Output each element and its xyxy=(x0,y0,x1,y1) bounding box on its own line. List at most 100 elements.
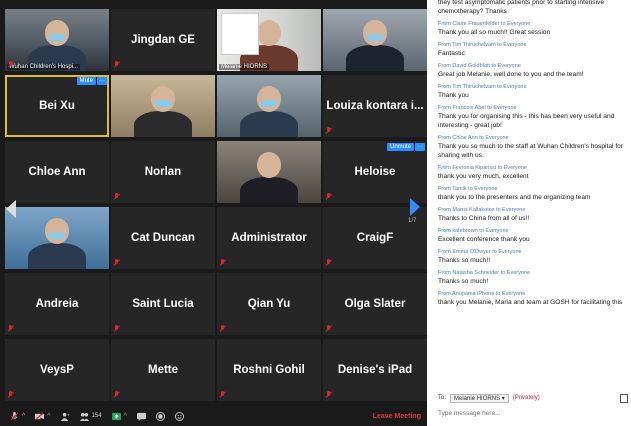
participant-name: Heloise xyxy=(354,166,396,178)
muted-mic-icon xyxy=(220,325,225,332)
participant-tile[interactable] xyxy=(217,75,321,137)
smiley-icon[interactable] xyxy=(174,411,184,421)
microphone-icon[interactable] xyxy=(10,411,19,421)
chat-message-sender: From Anupama iPhone to Everyone xyxy=(438,291,526,297)
chat-button[interactable] xyxy=(136,412,146,421)
participant-tile[interactable]: Denise's iPad xyxy=(323,339,427,401)
participant-tile[interactable]: Saint Lucia xyxy=(111,273,215,335)
more-options-icon[interactable]: ··· xyxy=(97,77,107,85)
participant-name: Norlan xyxy=(144,166,182,178)
chat-message: From Maros Kallakatos to Everyone Thanks … xyxy=(438,206,628,223)
chat-message-text: Thank you xyxy=(438,92,469,99)
participant-tile[interactable]: Cat Duncan xyxy=(111,207,215,269)
participant-tile[interactable]: Administrator xyxy=(217,207,321,269)
caret-up-icon[interactable]: ^ xyxy=(22,413,25,420)
participant-tile[interactable]: Qian Yu xyxy=(217,273,321,335)
next-page-button[interactable]: 1/7 xyxy=(408,198,422,226)
chat-message: From Emma O'Dwyer to Everyone Thanks so m… xyxy=(438,248,628,265)
participant-tile[interactable]: Jingdan GE xyxy=(111,9,215,71)
chat-message-text: they test asymptomatic patients prior to… xyxy=(438,0,605,15)
muted-mic-icon xyxy=(220,391,225,398)
participant-video xyxy=(217,141,321,203)
file-icon[interactable] xyxy=(620,393,628,403)
participant-tile[interactable]: Louiza kontara i... xyxy=(323,75,427,137)
participant-tile[interactable]: Wuhan Children's Hospi... xyxy=(5,9,109,71)
participants-count: 154 xyxy=(91,413,102,419)
participant-tile[interactable]: Norlan xyxy=(111,141,215,203)
chat-message: From Anupama iPhone to Everyone thank you… xyxy=(438,290,628,307)
chat-message: From Fevronia Kiparissi to Everyone thank… xyxy=(438,164,628,181)
video-grid: Wuhan Children's Hospi... Jingdan GE Melan… xyxy=(5,9,427,405)
participant-tile[interactable]: Chloe Ann xyxy=(5,141,109,203)
participant-tile[interactable]: Mette xyxy=(111,339,215,401)
participant-name: Administrator xyxy=(231,232,307,244)
muted-mic-icon xyxy=(220,259,225,266)
participant-tile[interactable] xyxy=(217,141,321,203)
participant-video xyxy=(323,9,427,71)
chat-message: From Tim Thiruchelvam to Everyone Thank y… xyxy=(438,83,628,100)
invite-button[interactable]: + xyxy=(60,412,70,421)
participant-tile[interactable]: Bei Xu Mute ··· xyxy=(5,75,109,137)
chat-input[interactable] xyxy=(438,406,628,420)
participant-name: VeysP xyxy=(40,364,74,376)
participant-tile[interactable]: VeysP xyxy=(5,339,109,401)
participant-name: Roshni Gohil xyxy=(233,364,305,376)
add-person-icon[interactable]: + xyxy=(60,412,70,421)
muted-mic-icon xyxy=(8,325,13,332)
muted-mic-icon xyxy=(326,391,331,398)
chat-message-sender: From Tim Thiruchelvam to Everyone xyxy=(438,42,527,48)
prev-page-arrow-icon[interactable] xyxy=(6,200,16,218)
chevron-down-icon[interactable]: ▾ xyxy=(502,396,505,402)
chat-message: From Claire Frauenfelder to Everyone Than… xyxy=(438,20,628,37)
participants-icon[interactable] xyxy=(79,412,89,421)
chat-message-text: Thanks to China from all of us!! xyxy=(438,215,530,222)
share-screen-button[interactable]: ^ xyxy=(111,412,127,421)
muted-mic-icon xyxy=(326,259,331,266)
reactions-button[interactable] xyxy=(174,411,184,421)
participant-tile[interactable]: Andreia xyxy=(5,273,109,335)
participants-button[interactable]: 154 xyxy=(79,412,102,421)
muted-mic-icon xyxy=(114,391,119,398)
participant-tile[interactable] xyxy=(323,9,427,71)
participant-video xyxy=(217,75,321,137)
record-icon[interactable] xyxy=(155,411,165,421)
chat-message-sender: From David Goldblatt to Everyone xyxy=(438,63,521,69)
participant-video xyxy=(217,9,321,71)
video-button[interactable]: ^ xyxy=(35,411,51,421)
chat-panel: they test asymptomatic patients prior to… xyxy=(427,0,631,426)
tile-mute-toggle-button[interactable]: Unmute xyxy=(386,143,414,151)
participant-name: Louiza kontara i... xyxy=(326,100,424,112)
caret-up-icon[interactable]: ^ xyxy=(47,413,50,420)
participant-tile[interactable]: Heloise Unmute ··· xyxy=(323,141,427,203)
tile-mute-toggle-button[interactable]: Mute xyxy=(76,77,96,85)
leave-meeting-button[interactable]: Leave Meeting xyxy=(373,413,421,420)
participant-tile[interactable]: Olga Slater xyxy=(323,273,427,335)
participant-tile[interactable]: Roshni Gohil xyxy=(217,339,321,401)
microphone-button[interactable]: ^ xyxy=(10,411,25,421)
chat-message-text: Thank you for organising this - this has… xyxy=(438,113,615,129)
chat-message-sender: From Natasha Schneider to Everyone xyxy=(438,270,531,276)
participant-tile[interactable]: Melanie HIORNS xyxy=(217,9,321,71)
chat-message: they test asymptomatic patients prior to… xyxy=(438,0,628,16)
caret-up-icon[interactable]: ^ xyxy=(124,413,127,420)
chat-icon[interactable] xyxy=(136,412,146,421)
share-screen-icon[interactable] xyxy=(111,412,121,421)
muted-mic-icon xyxy=(326,193,331,200)
recipient-select[interactable]: Melanie HIORNS ▾ xyxy=(450,393,509,403)
muted-mic-icon xyxy=(114,325,119,332)
record-button[interactable] xyxy=(155,411,165,421)
chat-message-text: Thanks so much!! xyxy=(438,257,491,264)
more-options-icon[interactable]: ··· xyxy=(415,143,425,151)
participant-name: Denise's iPad xyxy=(337,364,413,376)
video-camera-icon[interactable] xyxy=(35,411,45,421)
chat-messages: they test asymptomatic patients prior to… xyxy=(438,0,628,390)
muted-mic-icon xyxy=(326,127,331,134)
chat-message-sender: From Tarcik to Everyone xyxy=(438,186,498,192)
participant-tile[interactable] xyxy=(111,75,215,137)
chat-message-sender: From Claire Frauenfelder to Everyone xyxy=(438,21,531,27)
participant-tile[interactable] xyxy=(5,207,109,269)
chat-message-text: Great job Melanie, well done to you and … xyxy=(438,71,584,78)
participant-name: Cat Duncan xyxy=(131,232,195,244)
next-page-arrow-icon[interactable] xyxy=(410,198,420,216)
chat-message: From katebrown to Everyone Excellent conf… xyxy=(438,227,628,244)
